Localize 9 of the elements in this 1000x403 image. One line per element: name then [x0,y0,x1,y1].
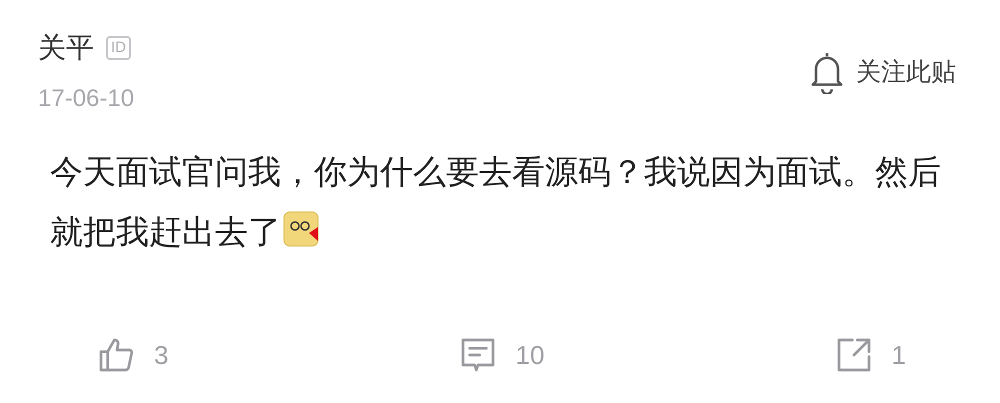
follow-button[interactable]: 关注此贴 [808,50,956,94]
comment-button[interactable]: 10 [458,335,544,375]
emoji-icon [283,211,319,247]
like-button[interactable]: 3 [96,335,168,375]
author-name[interactable]: 关平 [38,28,94,68]
post-date: 17-06-10 [38,84,134,114]
id-badge: ID [106,36,131,60]
share-button[interactable]: 1 [834,335,906,375]
post-body: 今天面试官问我，你为什么要去看源码？我说因为面试。然后就把我赶出去了 [50,152,942,252]
